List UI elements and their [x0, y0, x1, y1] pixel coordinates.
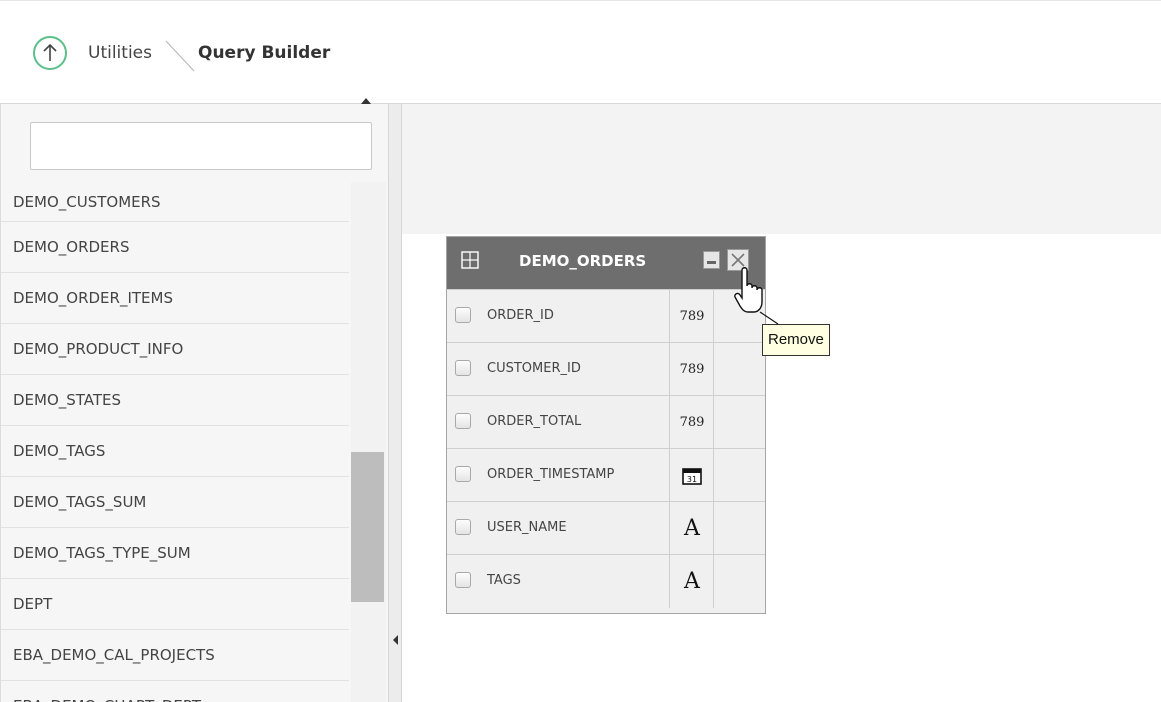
table-column-row: ORDER_TIMESTAMP 31 — [447, 448, 765, 502]
breadcrumb-utilities-link[interactable]: Utilities — [88, 43, 152, 63]
breadcrumb-separator-icon — [165, 40, 195, 72]
list-item[interactable]: DEMO_PRODUCT_INFO — [1, 324, 349, 375]
navigate-up-button[interactable] — [33, 36, 67, 70]
number-type-icon: 789 — [679, 309, 705, 324]
column-checkbox[interactable] — [455, 572, 471, 588]
page-title: Query Builder — [198, 43, 331, 63]
table-grid-icon — [461, 251, 479, 269]
table-column-row: ORDER_TOTAL 789 — [447, 395, 765, 449]
table-widget-title: DEMO_ORDERS — [519, 252, 647, 270]
object-browser-sidebar: DEMO_CUSTOMERS DEMO_ORDERS DEMO_ORDER_IT… — [0, 104, 388, 702]
list-item[interactable]: DEMO_ORDER_ITEMS — [1, 273, 349, 324]
table-widget-header[interactable]: DEMO_ORDERS — [447, 237, 765, 289]
column-name: USER_NAME — [487, 520, 567, 535]
text-type-icon: A — [684, 516, 700, 541]
column-name: ORDER_TOTAL — [487, 414, 582, 429]
page-header: Utilities Query Builder — [0, 0, 1161, 104]
query-canvas-top — [402, 104, 1161, 234]
table-column-row: ORDER_ID 789 — [447, 289, 765, 343]
minimize-button[interactable] — [703, 251, 720, 269]
calendar-day-label: 31 — [687, 475, 697, 484]
column-name: CUSTOMER_ID — [487, 361, 581, 376]
column-checkbox[interactable] — [455, 360, 471, 376]
list-item[interactable]: DEPT — [1, 579, 349, 630]
list-item[interactable]: DEMO_TAGS_SUM — [1, 477, 349, 528]
list-item[interactable]: EBA_DEMO_CHART_DEPT — [1, 681, 349, 702]
list-item[interactable]: DEMO_STATES — [1, 375, 349, 426]
panel-splitter[interactable] — [388, 104, 402, 702]
column-name: ORDER_ID — [487, 308, 554, 323]
list-item[interactable]: DEMO_TAGS_TYPE_SUM — [1, 528, 349, 579]
column-checkbox[interactable] — [455, 519, 471, 535]
column-checkbox[interactable] — [455, 466, 471, 482]
calendar-icon: 31 — [682, 467, 702, 485]
column-name: ORDER_TIMESTAMP — [487, 467, 615, 482]
number-type-icon: 789 — [679, 362, 705, 377]
column-checkbox[interactable] — [455, 413, 471, 429]
object-search-input[interactable] — [30, 122, 372, 170]
table-column-row: CUSTOMER_ID 789 — [447, 342, 765, 396]
list-item[interactable]: EBA_DEMO_CAL_PROJECTS — [1, 630, 349, 681]
hand-pointer-cursor-icon — [734, 267, 779, 325]
object-list: DEMO_CUSTOMERS DEMO_ORDERS DEMO_ORDER_IT… — [1, 182, 349, 702]
list-item[interactable]: DEMO_CUSTOMERS — [1, 182, 349, 222]
list-item[interactable]: DEMO_TAGS — [1, 426, 349, 477]
sidebar-scrollbar-track[interactable] — [351, 182, 386, 702]
scroll-up-arrow-icon[interactable] — [361, 98, 371, 104]
collapse-left-arrow-icon[interactable] — [393, 635, 398, 645]
column-name: TAGS — [487, 573, 521, 588]
table-column-row: TAGS A — [447, 554, 765, 608]
sidebar-scrollbar-thumb[interactable] — [351, 452, 384, 602]
remove-tooltip: Remove — [762, 324, 830, 356]
table-widget-demo-orders[interactable]: DEMO_ORDERS ORDER_ID 789 CUSTOMER_ID 789… — [446, 236, 766, 614]
arrow-up-icon — [43, 43, 57, 61]
table-column-row: USER_NAME A — [447, 501, 765, 555]
text-type-icon: A — [684, 569, 700, 594]
number-type-icon: 789 — [679, 415, 705, 430]
column-checkbox[interactable] — [455, 307, 471, 323]
list-item[interactable]: DEMO_ORDERS — [1, 222, 349, 273]
